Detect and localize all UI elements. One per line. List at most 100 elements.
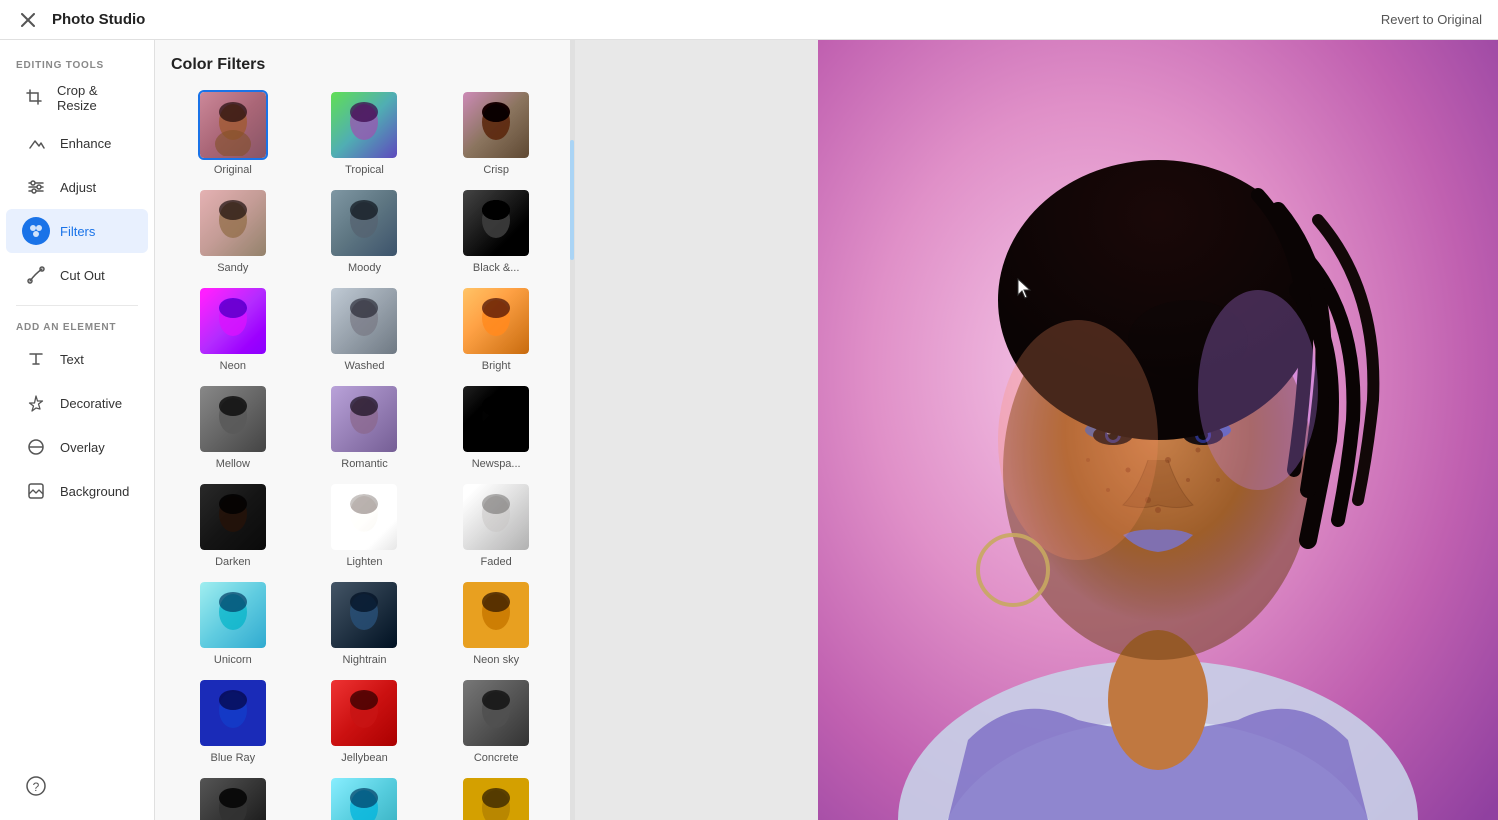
canvas-area (575, 40, 1498, 820)
sidebar-item-text[interactable]: Text (6, 337, 148, 381)
filter-item-original[interactable]: Original (171, 90, 295, 176)
filter-label-tropical: Tropical (345, 164, 384, 176)
filter-item-darken[interactable]: Darken (171, 482, 295, 568)
filter-thumb-darken[interactable] (198, 482, 268, 552)
filter-thumb-moody[interactable] (329, 188, 399, 258)
filter-item-r2[interactable] (303, 776, 427, 820)
filter-item-sandy[interactable]: Sandy (171, 188, 295, 274)
filter-item-bright[interactable]: Bright (434, 286, 558, 372)
filter-item-tropical[interactable]: Tropical (303, 90, 427, 176)
filter-item-unicorn[interactable]: Unicorn (171, 580, 295, 666)
filter-label-concrete: Concrete (474, 752, 519, 764)
filter-thumb-unicorn[interactable] (198, 580, 268, 650)
filter-item-neonsky[interactable]: Neon sky (434, 580, 558, 666)
topbar: Photo Studio Revert to Original (0, 0, 1498, 40)
enhance-icon (22, 129, 50, 157)
filter-label-bright: Bright (482, 360, 511, 372)
filter-label-newspaper: Newspa... (472, 458, 521, 470)
add-element-label: ADD AN ELEMENT (0, 314, 154, 337)
filter-thumb-newspaper[interactable] (461, 384, 531, 454)
filter-label-moody: Moody (348, 262, 381, 274)
filter-label-unicorn: Unicorn (214, 654, 252, 666)
sidebar-item-enhance[interactable]: Enhance (6, 121, 148, 165)
filter-thumb-mellow[interactable] (198, 384, 268, 454)
filter-thumb-tropical[interactable] (329, 90, 399, 160)
filters-panel: Color Filters Original (155, 40, 575, 820)
editing-tools-label: EDITING TOOLS (0, 52, 154, 75)
filters-title: Color Filters (171, 56, 558, 74)
filter-item-faded[interactable]: Faded (434, 482, 558, 568)
filter-item-r3[interactable] (434, 776, 558, 820)
filter-label-darken: Darken (215, 556, 250, 568)
sidebar-item-cutout-label: Cut Out (60, 268, 105, 283)
filter-thumb-bright[interactable] (461, 286, 531, 356)
filter-label-blueray: Blue Ray (211, 752, 256, 764)
sidebar-item-background[interactable]: Background (6, 469, 148, 513)
sidebar-item-overlay-label: Overlay (60, 440, 105, 455)
filter-item-mellow[interactable]: Mellow (171, 384, 295, 470)
filter-thumb-faded[interactable] (461, 482, 531, 552)
filter-item-newspaper[interactable]: Newspa... (434, 384, 558, 470)
filter-thumb-original[interactable] (198, 90, 268, 160)
filter-label-crisp: Crisp (483, 164, 509, 176)
filter-thumb-r3[interactable] (461, 776, 531, 820)
filter-thumb-concrete[interactable] (461, 678, 531, 748)
sidebar-item-enhance-label: Enhance (60, 136, 111, 151)
filter-thumb-black[interactable] (461, 188, 531, 258)
revert-button[interactable]: Revert to Original (1381, 12, 1482, 27)
filter-item-black[interactable]: Black &... (434, 188, 558, 274)
filter-thumb-crisp[interactable] (461, 90, 531, 160)
filter-label-jellybean: Jellybean (341, 752, 387, 764)
filter-item-moody[interactable]: Moody (303, 188, 427, 274)
filter-thumb-lighten[interactable] (329, 482, 399, 552)
filter-item-romantic[interactable]: Romantic (303, 384, 427, 470)
divider (16, 305, 138, 306)
filter-label-black: Black &... (473, 262, 519, 274)
sidebar-item-cutout[interactable]: Cut Out (6, 253, 148, 297)
filter-label-original: Original (214, 164, 252, 176)
filter-item-lighten[interactable]: Lighten (303, 482, 427, 568)
filter-thumb-r2[interactable] (329, 776, 399, 820)
filter-label-faded: Faded (481, 556, 512, 568)
filter-label-neonsky: Neon sky (473, 654, 519, 666)
sidebar-item-overlay[interactable]: Overlay (6, 425, 148, 469)
filter-item-nightrain[interactable]: Nightrain (303, 580, 427, 666)
filter-thumb-romantic[interactable] (329, 384, 399, 454)
close-button[interactable] (16, 8, 40, 32)
filter-item-blueray[interactable]: Blue Ray (171, 678, 295, 764)
filter-thumb-washed[interactable] (329, 286, 399, 356)
filter-item-jellybean[interactable]: Jellybean (303, 678, 427, 764)
overlay-icon (22, 433, 50, 461)
filter-item-r1[interactable] (171, 776, 295, 820)
sidebar-item-crop[interactable]: Crop & Resize (6, 75, 148, 121)
filter-thumb-sandy[interactable] (198, 188, 268, 258)
filter-thumb-neonsky[interactable] (461, 580, 531, 650)
filter-item-crisp[interactable]: Crisp (434, 90, 558, 176)
filter-thumb-jellybean[interactable] (329, 678, 399, 748)
filter-thumb-blueray[interactable] (198, 678, 268, 748)
scrollbar-track (570, 40, 574, 820)
help-button[interactable]: ? (6, 764, 148, 808)
sidebar-item-text-label: Text (60, 352, 84, 367)
filter-label-washed: Washed (345, 360, 385, 372)
filter-label-sandy: Sandy (217, 262, 248, 274)
scrollbar-thumb[interactable] (570, 140, 574, 260)
sidebar: EDITING TOOLS Crop & Resize Enhance (0, 40, 155, 820)
filter-label-mellow: Mellow (216, 458, 250, 470)
sidebar-item-adjust[interactable]: Adjust (6, 165, 148, 209)
filter-label-neon: Neon (220, 360, 246, 372)
sidebar-item-filters[interactable]: Filters (6, 209, 148, 253)
sidebar-item-adjust-label: Adjust (60, 180, 96, 195)
filter-thumb-nightrain[interactable] (329, 580, 399, 650)
filter-thumb-neon[interactable] (198, 286, 268, 356)
sidebar-item-decorative[interactable]: Decorative (6, 381, 148, 425)
sidebar-item-filters-label: Filters (60, 224, 95, 239)
filter-label-lighten: Lighten (346, 556, 382, 568)
filter-item-neon[interactable]: Neon (171, 286, 295, 372)
filter-item-washed[interactable]: Washed (303, 286, 427, 372)
photo-display (818, 40, 1498, 820)
filter-item-concrete[interactable]: Concrete (434, 678, 558, 764)
filters-panel-inner: Color Filters Original (155, 40, 574, 820)
adjust-icon (22, 173, 50, 201)
filter-thumb-r1[interactable] (198, 776, 268, 820)
